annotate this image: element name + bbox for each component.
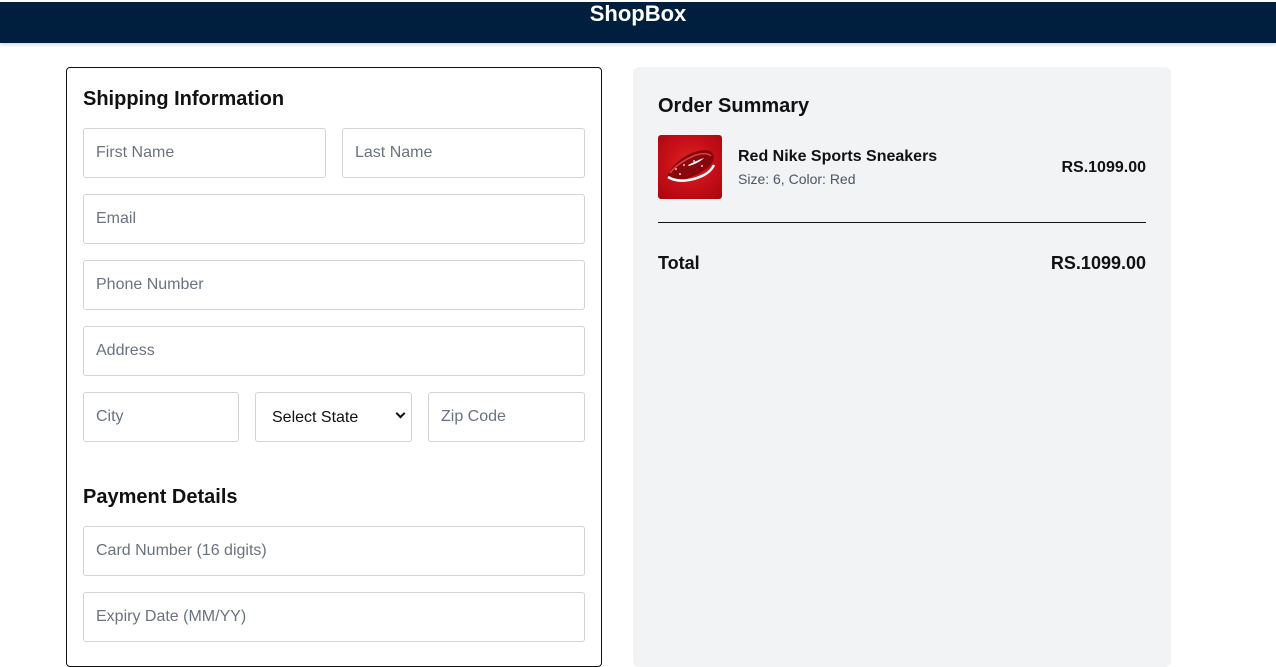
last-name-input[interactable] (342, 128, 585, 178)
summary-divider (658, 222, 1146, 223)
top-navbar: ShopBox (0, 2, 1276, 43)
state-select-wrapper: Select State (255, 392, 412, 442)
email-input[interactable] (83, 194, 585, 244)
expiry-date-input[interactable] (83, 592, 585, 642)
product-name: Red Nike Sports Sneakers (738, 148, 938, 165)
red-sneaker-icon (667, 150, 716, 182)
zip-code-input[interactable] (428, 392, 585, 442)
payment-title: Payment Details (83, 486, 238, 508)
product-price: RS.1099.00 (1061, 159, 1146, 176)
product-variant: Size: 6, Color: Red (738, 171, 856, 187)
first-name-input[interactable] (83, 128, 326, 178)
shipping-title: Shipping Information (83, 88, 285, 110)
product-image (658, 135, 722, 199)
address-input[interactable] (83, 326, 585, 376)
card-number-input[interactable] (83, 526, 585, 576)
order-summary-panel: Order Summary Red Nike Sports Sneakers S… (633, 67, 1171, 667)
city-input[interactable] (83, 392, 239, 442)
total-label: Total (658, 253, 700, 273)
state-select[interactable]: Select State (255, 392, 412, 442)
total-value: RS.1099.00 (1050, 253, 1146, 273)
checkout-form-card: Shipping Information Select State Paymen… (66, 67, 602, 667)
order-summary-title: Order Summary (658, 95, 810, 117)
phone-input[interactable] (83, 260, 585, 310)
brand-logo-text[interactable]: ShopBox (0, 2, 1276, 26)
